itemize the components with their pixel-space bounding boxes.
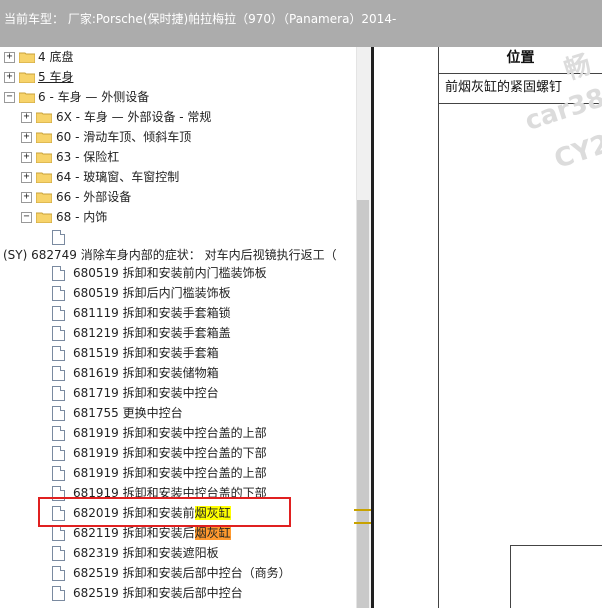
title-bar: 当前车型： 厂家:Porsche(保时捷)帕拉梅拉（970）（Panamera）… <box>0 0 602 47</box>
tree-item-label: 5 车身 <box>38 70 74 84</box>
tree-item-60[interactable]: + 60 - 滑动车顶、倾斜车顶 <box>0 127 356 147</box>
document-icon <box>52 586 65 601</box>
tree-item-label: 681919 拆卸和安装中控台盖的下部 <box>73 446 267 460</box>
collapse-icon[interactable]: − <box>21 212 32 223</box>
tree-item-label: 682319 拆卸和安装遮阳板 <box>73 546 219 560</box>
tree-item-66[interactable]: + 66 - 外部设备 <box>0 187 356 207</box>
tree-item-63[interactable]: + 63 - 保险杠 <box>0 147 356 167</box>
tree-doc-item[interactable]: 681619 拆卸和安装储物箱 <box>0 363 356 383</box>
tree-item-64[interactable]: + 64 - 玻璃窗、车窗控制 <box>0 167 356 187</box>
tree-item-label: 680519 拆卸后内门槛装饰板 <box>73 286 231 300</box>
tree-item-sy[interactable]: (SY) 682749 消除车身内部的症状： 对车内后视镜执行返工（ <box>0 245 356 265</box>
document-icon <box>52 326 65 341</box>
watermark: CY2 <box>550 129 602 175</box>
tree-item-label: 681755 更换中控台 <box>73 406 183 420</box>
tree-doc-item[interactable]: 682519 拆卸和安装后部中控台（商务） <box>0 563 356 583</box>
folder-icon <box>36 112 52 123</box>
document-icon <box>52 366 65 381</box>
tree-item-label: 6 - 车身 — 外侧设备 <box>38 90 150 104</box>
document-icon <box>52 566 65 581</box>
document-icon <box>52 346 65 361</box>
search-highlight: 烟灰缸 <box>194 526 231 540</box>
tree-item-label: 682519 拆卸和安装后部中控台（商务） <box>73 566 291 580</box>
tree-doc-item[interactable]: 681755 更换中控台 <box>0 403 356 423</box>
folder-icon <box>36 152 52 163</box>
document-icon <box>52 446 65 461</box>
tree-item-chassis[interactable]: + 4 底盘 <box>0 47 356 67</box>
tree-item-label: 681219 拆卸和安装手套箱盖 <box>73 326 231 340</box>
tree-doc-item[interactable]: 682319 拆卸和安装遮阳板 <box>0 543 356 563</box>
expand-icon[interactable]: + <box>21 172 32 183</box>
expand-icon[interactable]: + <box>21 112 32 123</box>
tree-doc-item[interactable]: 681919 拆卸和安装中控台盖的上部 <box>0 423 356 443</box>
folder-icon <box>19 52 35 63</box>
tree-item-label: 66 - 外部设备 <box>56 190 132 204</box>
document-icon <box>52 230 65 245</box>
tree-item-label: 63 - 保险杠 <box>56 150 120 164</box>
folder-open-icon <box>36 212 52 223</box>
tree-item-body[interactable]: + 5 车身 <box>0 67 356 87</box>
folder-icon <box>36 132 52 143</box>
tree-item-label: 681919 拆卸和安装中控台盖的上部 <box>73 426 267 440</box>
expand-icon[interactable]: + <box>4 52 15 63</box>
tree-item-label: 681519 拆卸和安装手套箱 <box>73 346 219 360</box>
document-icon <box>52 546 65 561</box>
document-icon <box>52 526 65 541</box>
document-icon <box>52 466 65 481</box>
tree-doc-item[interactable]: 681219 拆卸和安装手套箱盖 <box>0 323 356 343</box>
tree-doc-item[interactable]: 681119 拆卸和安装手套箱锁 <box>0 303 356 323</box>
folder-icon <box>36 172 52 183</box>
expand-icon[interactable]: + <box>21 192 32 203</box>
tree-item-label: 681619 拆卸和安装储物箱 <box>73 366 219 380</box>
tree-item-label: 681119 拆卸和安装手套箱锁 <box>73 306 231 320</box>
expand-icon[interactable]: + <box>21 152 32 163</box>
tree-item-68[interactable]: − 68 - 内饰 <box>0 207 356 227</box>
scroll-marker <box>354 509 372 511</box>
tree-doc-item[interactable]: 681919 拆卸和安装中控台盖的上部 <box>0 463 356 483</box>
current-vehicle-label: 当前车型： 厂家:Porsche(保时捷)帕拉梅拉（970）（Panamera）… <box>4 12 397 26</box>
tree-doc-item[interactable]: 680519 拆卸和安装前内门槛装饰板 <box>0 263 356 283</box>
tree-item-label: 64 - 玻璃窗、车窗控制 <box>56 170 180 184</box>
document-icon <box>52 286 65 301</box>
tree-item-body-exterior[interactable]: − 6 - 车身 — 外侧设备 <box>0 87 356 107</box>
expand-icon[interactable]: + <box>4 72 15 83</box>
tree-item-label: 68 - 内饰 <box>56 210 108 224</box>
figure-frame <box>510 545 602 608</box>
tree-doc-item[interactable]: 682519 拆卸和安装后部中控台 <box>0 583 356 603</box>
table-border <box>438 47 439 608</box>
tree-doc-item[interactable]: 681919 拆卸和安装中控台盖的下部 <box>0 443 356 463</box>
tree-item-label: 681919 拆卸和安装中控台盖的上部 <box>73 466 267 480</box>
document-icon <box>52 306 65 321</box>
tree-item-label-text: 682119 拆卸和安装后 <box>73 526 195 540</box>
expand-icon[interactable]: + <box>21 132 32 143</box>
tree-item-label: 4 底盘 <box>38 50 74 64</box>
folder-icon <box>36 192 52 203</box>
document-icon <box>52 426 65 441</box>
tree-item-empty-doc[interactable] <box>0 227 356 247</box>
tree-doc-item[interactable]: 680519 拆卸后内门槛装饰板 <box>0 283 356 303</box>
tree-item-6x[interactable]: + 6X - 车身 — 外部设备 - 常规 <box>0 107 356 127</box>
folder-icon <box>19 72 35 83</box>
tree-item-label: (SY) 682749 消除车身内部的症状： 对车内后视镜执行返工（ <box>3 248 337 262</box>
scroll-marker <box>354 522 372 524</box>
document-icon <box>52 266 65 281</box>
document-icon <box>52 386 65 401</box>
tree-item-label: 682519 拆卸和安装后部中控台 <box>73 586 243 600</box>
selection-outline <box>38 497 291 527</box>
tree-item-label: 6X - 车身 — 外部设备 - 常规 <box>56 110 212 124</box>
tree-item-label: 60 - 滑动车顶、倾斜车顶 <box>56 130 192 144</box>
document-pane: 位置 前烟灰缸的紧固螺钉 畅 car38 CY2 <box>374 47 602 608</box>
tree-doc-item[interactable]: 681519 拆卸和安装手套箱 <box>0 343 356 363</box>
tree-item-label: 680519 拆卸和安装前内门槛装饰板 <box>73 266 267 280</box>
folder-open-icon <box>19 92 35 103</box>
tree-scrollbar-thumb[interactable] <box>357 200 369 608</box>
tree-item-label: 681719 拆卸和安装中控台 <box>73 386 219 400</box>
document-icon <box>52 406 65 421</box>
tree-doc-item[interactable]: 681719 拆卸和安装中控台 <box>0 383 356 403</box>
collapse-icon[interactable]: − <box>4 92 15 103</box>
